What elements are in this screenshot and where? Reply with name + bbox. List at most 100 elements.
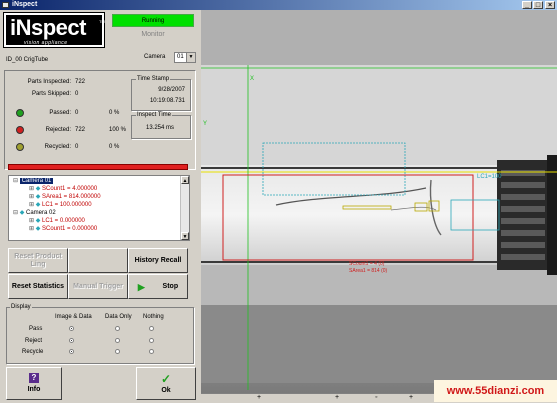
recycled-led-icon — [16, 143, 24, 151]
crosshair-icon[interactable]: + — [409, 394, 413, 401]
recycle-nothing-radio[interactable] — [149, 349, 154, 354]
tree-label[interactable]: SCount1 = 4.000000 — [42, 186, 97, 192]
scroll-up-icon[interactable]: ▲ — [181, 176, 189, 184]
tree-label-camera-02[interactable]: Camera 02 — [26, 210, 56, 216]
timestamp-title: Time Stamp — [136, 76, 171, 82]
logo-tagline: vision appliance — [24, 40, 68, 46]
camera-image: X Y LC1=100 SCount1 = 4 (0) SArea1 = 814… — [201, 10, 557, 393]
manual-trigger-button[interactable]: Manual Trigger — [68, 274, 128, 299]
reject-data-only-radio[interactable] — [115, 338, 120, 343]
passed-led-icon — [16, 109, 24, 117]
result-line-1: SCount1 = 4 (0) — [349, 261, 385, 267]
recycled-percent: 0 % — [109, 144, 120, 150]
logo-tm: TM — [99, 19, 105, 24]
row-recycle: Recycle — [22, 349, 44, 355]
tree-row[interactable]: ⊞ ◆ SCount1 = 0.000000 — [29, 226, 97, 233]
row-pass: Pass — [29, 326, 43, 332]
rejected-value: 722 — [75, 127, 86, 133]
tree-row[interactable]: ⊞ ◆ LC1 = 0.000000 — [29, 218, 85, 225]
app-icon — [2, 2, 9, 8]
chevron-down-icon[interactable]: ▼ — [186, 53, 195, 62]
stats-box: Parts Inspected: 722 Parts Skipped: 0 Pa… — [4, 70, 196, 170]
pan-icon[interactable]: + — [335, 394, 339, 401]
info-button[interactable]: ? Info — [6, 367, 62, 400]
col-image-data: Image & Data — [55, 314, 92, 320]
maximize-button[interactable]: □ — [533, 1, 543, 9]
zoom-in-icon[interactable]: + — [257, 394, 261, 401]
tree-row[interactable]: ⊞ ◆ SArea1 = 814.000000 — [29, 194, 101, 201]
timestamp-date: 9/28/2007 — [158, 87, 185, 93]
tree-label[interactable]: SCount1 = 0.000000 — [42, 226, 97, 232]
running-indicator: Running — [112, 14, 194, 27]
rejected-percent: 100 % — [109, 127, 127, 133]
camera-select[interactable]: 01 ▼ — [174, 52, 196, 63]
tree-scrollbar[interactable]: ▲ ▼ — [180, 176, 189, 240]
display-title: Display — [10, 304, 32, 310]
tree-label[interactable]: SArea1 = 814.000000 — [42, 194, 101, 200]
timestamp-group: Time Stamp 9/28/2007 10:19:08.731 — [131, 76, 191, 111]
tree-label[interactable]: LC1 = 100.000000 — [42, 202, 92, 208]
stop-button[interactable]: ▶ Stop — [128, 274, 188, 299]
tree-label-camera-01[interactable]: Camera 01 — [19, 178, 54, 184]
history-recall-button[interactable]: History Recall — [128, 248, 188, 273]
watermark: www.55dianzi.com — [434, 380, 557, 402]
camera-select-value: 01 — [177, 54, 184, 60]
ok-button[interactable]: ✓ Ok — [136, 367, 196, 400]
parts-inspected-label: Parts Inspected: — [27, 79, 71, 85]
job-id-label: ID_00 CrigTube — [6, 57, 49, 63]
blank-button[interactable] — [68, 248, 128, 273]
col-nothing: Nothing — [143, 314, 164, 320]
row-reject: Reject — [25, 338, 43, 344]
ok-label: Ok — [161, 386, 171, 394]
stop-label: Stop — [162, 282, 179, 290]
help-icon: ? — [29, 373, 39, 383]
play-icon: ▶ — [137, 281, 145, 292]
tree-row[interactable]: ⊞ ◆ SCount1 = 4.000000 — [29, 186, 97, 193]
reject-nothing-radio[interactable] — [149, 338, 154, 343]
point-icon[interactable]: ◦ — [375, 394, 377, 401]
timestamp-time: 10:19:08.731 — [149, 98, 185, 104]
checkmark-icon: ✓ — [160, 371, 172, 386]
inspect-time-title: Inspect Time — [136, 112, 173, 118]
pass-data-only-radio[interactable] — [115, 326, 120, 331]
recycled-value: 0 — [75, 144, 79, 150]
alarm-bar — [8, 164, 188, 170]
close-button[interactable]: × — [545, 1, 555, 9]
axis-y-label: Y — [203, 121, 207, 127]
parts-inspected-value: 722 — [75, 79, 86, 85]
axis-x-label: X — [250, 76, 254, 82]
recycle-data-only-radio[interactable] — [115, 349, 120, 354]
display-group: Display Image & Data Data Only Nothing P… — [6, 304, 194, 364]
running-label: Running — [141, 18, 165, 24]
recycled-label: Recycled: — [44, 144, 71, 150]
inspect-logo: iNspect TM vision appliance — [3, 12, 105, 48]
inspect-time-group: Inspect Time 13.254 ms — [131, 112, 191, 139]
rejected-led-icon — [16, 126, 24, 134]
col-data-only: Data Only — [105, 314, 132, 320]
monitor-label[interactable]: Monitor — [112, 28, 194, 41]
camera-image-view[interactable]: X Y LC1=100 SCount1 = 4 (0) SArea1 = 814… — [201, 10, 557, 393]
passed-label: Passed: — [49, 110, 71, 116]
tree-row[interactable]: ⊟ ◆ Camera 02 — [13, 210, 56, 217]
results-tree[interactable]: ⊟ Camera 01 ⊞ ◆ SCount1 = 4.000000 ⊞ ◆ S… — [8, 175, 190, 241]
passed-value: 0 — [75, 110, 79, 116]
window-title: iNspect — [12, 1, 38, 8]
pass-nothing-radio[interactable] — [149, 326, 154, 331]
tree-row[interactable]: ⊟ Camera 01 — [13, 178, 54, 185]
recycle-image-data-radio[interactable] — [69, 349, 74, 354]
reject-image-data-radio[interactable] — [69, 338, 74, 343]
minimize-button[interactable]: _ — [522, 1, 532, 9]
parts-skipped-label: Parts Skipped: — [31, 91, 71, 97]
tree-row[interactable]: ⊞ ◆ LC1 = 100.000000 — [29, 202, 92, 209]
passed-percent: 0 % — [109, 110, 120, 116]
roi-label: LC1=100 — [477, 174, 502, 180]
tree-label[interactable]: LC1 = 0.000000 — [42, 218, 85, 224]
info-label: Info — [27, 386, 41, 393]
pass-image-data-radio[interactable] — [69, 326, 74, 331]
reset-product-button[interactable]: Reset Product Ling — [8, 248, 68, 273]
parts-skipped-value: 0 — [75, 91, 79, 97]
reset-statistics-button[interactable]: Reset Statistics — [8, 274, 68, 299]
rejected-label: Rejected: — [45, 127, 71, 133]
scroll-down-icon[interactable]: ▼ — [181, 232, 189, 240]
inspect-time-value: 13.254 ms — [145, 125, 175, 131]
